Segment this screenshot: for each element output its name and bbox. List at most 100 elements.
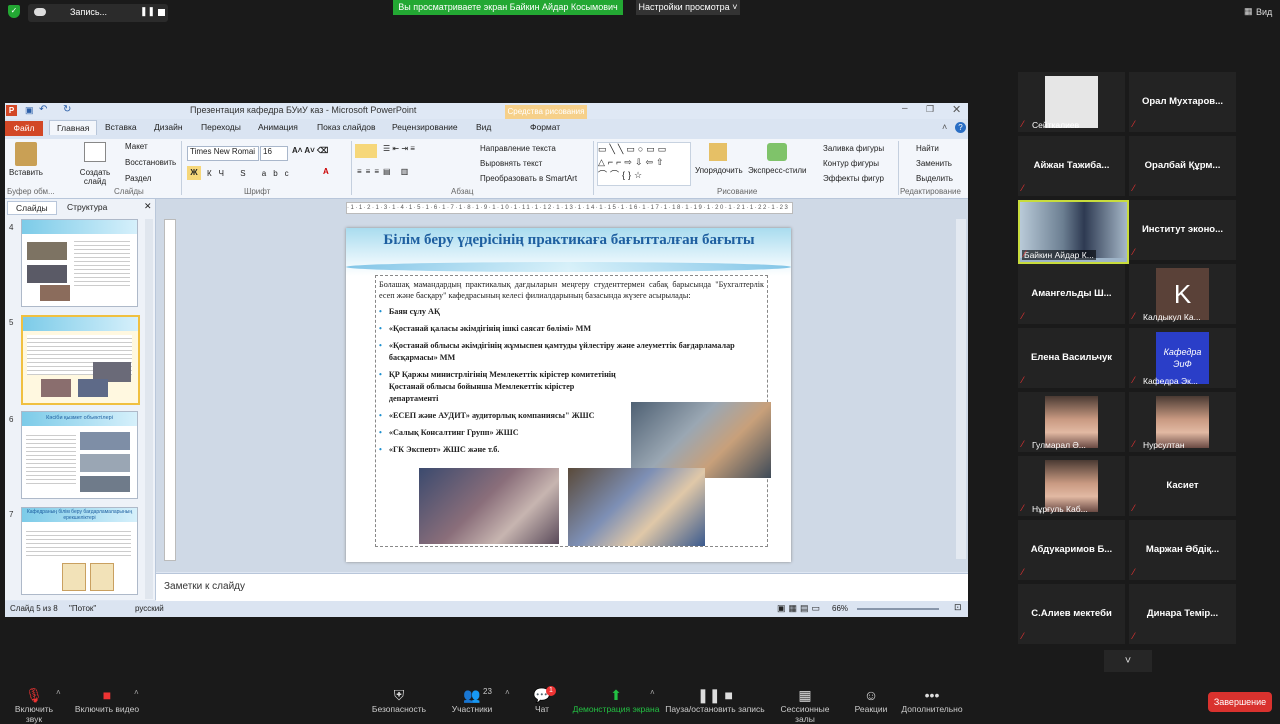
- collapse-ribbon-icon[interactable]: ˄: [942, 122, 947, 132]
- express-styles-icon[interactable]: [767, 143, 787, 161]
- shield-icon[interactable]: ✓: [8, 5, 20, 18]
- participant-tile[interactable]: Оралбай Құрм... ⁄: [1129, 136, 1236, 196]
- pane-scrollbar[interactable]: [145, 219, 153, 599]
- find-button[interactable]: Найти: [916, 144, 939, 153]
- end-meeting-button[interactable]: Завершение: [1208, 692, 1272, 712]
- participant-tile[interactable]: Маржан Әбдіқ... ⁄: [1129, 520, 1236, 580]
- participant-tile[interactable]: С.Алиев мектеби ⁄: [1018, 584, 1125, 644]
- view-icon[interactable]: ▦: [1244, 6, 1253, 17]
- align-icons[interactable]: ≡≡≡▤ ▥: [357, 167, 412, 176]
- tab-transitions[interactable]: Переходы: [201, 122, 241, 132]
- replace-button[interactable]: Заменить: [916, 159, 952, 168]
- italic-underline-icons[interactable]: КЧ S abc: [207, 169, 296, 178]
- paste-icon[interactable]: [15, 142, 37, 166]
- text-direction-button[interactable]: Направление текста: [480, 144, 556, 153]
- participant-tile[interactable]: Абдукаримов Б... ⁄: [1018, 520, 1125, 580]
- view-settings-button[interactable]: Настройки просмотра ˅: [636, 0, 740, 15]
- language-label[interactable]: русский: [135, 604, 164, 613]
- office-photo-2[interactable]: [419, 468, 559, 544]
- participant-tile[interactable]: Гулмарал Ә... ⁄: [1018, 392, 1125, 452]
- express-styles-button[interactable]: Экспресс-стили: [748, 166, 807, 175]
- help-icon[interactable]: ?: [955, 122, 966, 133]
- participant-tile[interactable]: Нурсултан ⁄: [1129, 392, 1236, 452]
- close-pane-icon[interactable]: ✕: [144, 201, 152, 212]
- editor-scrollbar[interactable]: [956, 219, 966, 559]
- pause-record-icon[interactable]: ❚❚: [140, 6, 155, 17]
- tab-animation[interactable]: Анимация: [258, 122, 298, 132]
- bold-button[interactable]: Ж: [187, 166, 201, 180]
- participant-tile[interactable]: Сейткалиев ⁄: [1018, 72, 1125, 132]
- zoom-slider[interactable]: [857, 608, 939, 610]
- tab-design[interactable]: Дизайн: [154, 122, 183, 132]
- view-label[interactable]: Вид: [1256, 7, 1272, 17]
- notes-pane[interactable]: Заметки к слайду: [156, 573, 968, 602]
- current-slide[interactable]: Білім беру үдерісінің практикаға бағытта…: [346, 228, 791, 562]
- video-button[interactable]: ■ Включить видео: [74, 686, 140, 714]
- tab-insert[interactable]: Вставка: [105, 122, 137, 132]
- participant-tile[interactable]: Кафедра ЭиФ Кафедра Эк... ⁄: [1129, 328, 1236, 388]
- reactions-button[interactable]: ☺ Реакции: [853, 686, 889, 714]
- chevron-up-icon[interactable]: ˄: [134, 688, 139, 697]
- redo-icon[interactable]: ↻: [63, 104, 71, 115]
- tab-review[interactable]: Рецензирование: [392, 122, 458, 132]
- grow-font-icon[interactable]: A˄ A˅ ⌫: [292, 146, 328, 155]
- restore-icon[interactable]: ❐: [926, 104, 934, 115]
- tab-slideshow[interactable]: Показ слайдов: [317, 122, 376, 132]
- slide-thumbnail-5[interactable]: [21, 315, 140, 405]
- new-slide-icon[interactable]: [84, 142, 106, 162]
- smartart-button[interactable]: Преобразовать в SmartArt: [480, 174, 577, 183]
- shapes-gallery[interactable]: ▭╲╲▭○▭▭ △⌐⌐⇨⇩⇦⇧ ⌒⌒{}☆: [597, 142, 691, 186]
- office-photo-3[interactable]: [568, 468, 705, 546]
- align-text-button[interactable]: Выровнять текст: [480, 159, 542, 168]
- reset-button[interactable]: Восстановить: [125, 158, 176, 167]
- fit-slide-icon[interactable]: ⊡: [954, 602, 962, 613]
- slide-thumbnail-7[interactable]: Кафедраның білім беру бағдарламаларының …: [21, 507, 138, 595]
- zoom-level[interactable]: 66%: [832, 604, 848, 613]
- participant-tile[interactable]: Динара Темір... ⁄: [1129, 584, 1236, 644]
- participant-tile[interactable]: Елена Васильчук ⁄: [1018, 328, 1125, 388]
- participant-tile[interactable]: K Калдыкул Ка... ⁄: [1129, 264, 1236, 324]
- font-size-select[interactable]: 16: [260, 146, 288, 161]
- participant-tile[interactable]: Нұрғуль Каб... ⁄: [1018, 456, 1125, 516]
- share-screen-button[interactable]: ⬆ Демонстрация экрана: [572, 686, 660, 714]
- save-icon[interactable]: ▣: [25, 105, 34, 116]
- slide-thumbnail-6[interactable]: Кәсіби қызмет объектілері: [21, 411, 138, 499]
- chevron-up-icon[interactable]: ˄: [56, 688, 61, 697]
- close-icon[interactable]: ✕: [952, 103, 961, 116]
- participant-tile[interactable]: Институт эконо... ⁄: [1129, 200, 1236, 260]
- select-button[interactable]: Выделить: [916, 174, 953, 183]
- more-button[interactable]: ••• Дополнительно: [900, 686, 964, 714]
- office-photo-1[interactable]: [631, 402, 771, 478]
- stop-record-icon[interactable]: [158, 9, 165, 16]
- participant-tile[interactable]: Байкин Айдар К... ⁄: [1018, 200, 1129, 264]
- chevron-up-icon[interactable]: ˄: [650, 688, 655, 697]
- shape-fill-button[interactable]: Заливка фигуры: [823, 144, 884, 153]
- slide-title[interactable]: Білім беру үдерісінің практикаға бағытта…: [364, 231, 774, 249]
- participant-tile[interactable]: Амангельды Ш... ⁄: [1018, 264, 1125, 324]
- participant-tile[interactable]: Касиет ⁄: [1129, 456, 1236, 516]
- security-button[interactable]: ⛨ Безопасность: [368, 686, 430, 714]
- layout-button[interactable]: Макет: [125, 142, 148, 151]
- view-buttons[interactable]: ▣▦▤▭: [777, 603, 823, 614]
- tab-outline-pane[interactable]: Структура: [67, 202, 107, 212]
- bullets-button[interactable]: [355, 144, 377, 158]
- slide-thumbnail-4[interactable]: [21, 219, 138, 307]
- scroll-down-icon[interactable]: ˅: [1104, 650, 1152, 672]
- minimize-icon[interactable]: –: [902, 103, 908, 114]
- mute-button[interactable]: 🎙 Включить звук: [6, 686, 62, 724]
- breakout-button[interactable]: ▦ Сессионные залы: [770, 686, 840, 724]
- font-color-icon[interactable]: A: [323, 167, 329, 176]
- tab-file[interactable]: Файл: [5, 121, 43, 136]
- participant-tile[interactable]: Орал Мухтаров... ⁄: [1129, 72, 1236, 132]
- shape-outline-button[interactable]: Контур фигуры: [823, 159, 879, 168]
- arrange-icon[interactable]: [709, 143, 727, 161]
- tab-format[interactable]: Формат: [530, 122, 560, 132]
- chevron-up-icon[interactable]: ˄: [505, 688, 510, 697]
- arrange-button[interactable]: Упорядочить: [695, 166, 743, 175]
- tab-view[interactable]: Вид: [476, 122, 491, 132]
- pause-record-button[interactable]: ❚❚ ■ Пауза/остановить запись: [665, 686, 765, 714]
- participant-tile[interactable]: Айжан Тажиба... ⁄: [1018, 136, 1125, 196]
- font-name-select[interactable]: Times New Romai: [187, 146, 259, 161]
- paste-button[interactable]: Вставить: [9, 168, 43, 177]
- undo-icon[interactable]: ↶: [39, 104, 47, 115]
